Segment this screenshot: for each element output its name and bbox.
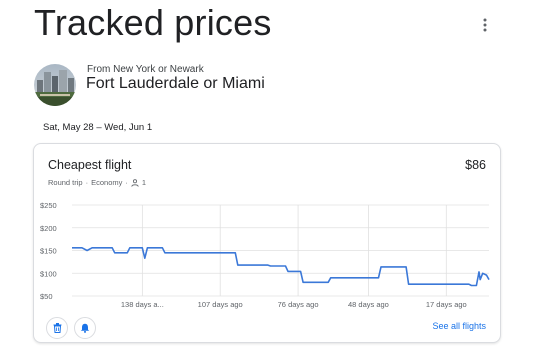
y-tick-label: $250 <box>40 201 57 210</box>
destination-text: Fort Lauderdale or Miami <box>86 75 265 92</box>
trash-icon <box>53 323 61 333</box>
y-tick-label: $150 <box>40 247 57 256</box>
page-title: Tracked prices <box>34 2 272 43</box>
more-vert-icon <box>483 18 487 32</box>
tracked-prices-page: Tracked prices From New York or Newark F… <box>0 0 540 352</box>
cheapest-flight-card: Cheapest flight $86 Round trip · Economy… <box>33 143 501 343</box>
x-tick-label: 107 days ago <box>198 300 243 309</box>
x-tick-label: 138 days a... <box>121 300 164 309</box>
y-tick-label: $50 <box>40 292 53 301</box>
delete-button[interactable] <box>46 317 68 339</box>
destination-photo <box>34 64 76 106</box>
x-tick-label: 17 days ago <box>426 300 467 309</box>
price-series-line <box>72 247 490 287</box>
y-tick-label: $100 <box>40 269 57 278</box>
trip-dates: Sat, May 28 – Wed, Jun 1 <box>43 122 153 133</box>
price-history-chart: $250 $200 $150 $100 $50 138 days a... 107 days… <box>40 201 490 309</box>
more-options-button[interactable] <box>474 14 496 36</box>
y-tick-label: $200 <box>40 224 57 233</box>
x-tick-label: 76 days ago <box>278 300 319 309</box>
bell-icon <box>80 323 90 333</box>
price-alert-button[interactable] <box>74 317 96 339</box>
x-tick-label: 48 days ago <box>348 300 389 309</box>
origin-text: From New York or Newark <box>87 64 204 75</box>
see-all-flights-link[interactable]: See all flights <box>432 321 486 331</box>
